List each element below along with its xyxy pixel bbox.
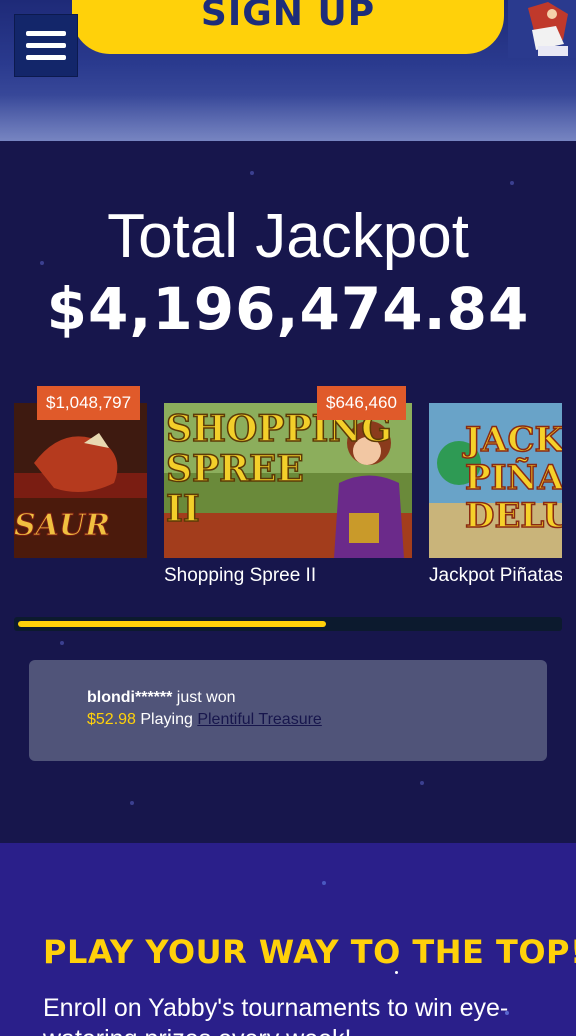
menu-bar-icon: [26, 31, 66, 36]
jackpot-section: Total Jackpot $4,196,474.84 SAUR $1,048,…: [0, 141, 576, 843]
header-snow-decoration: [0, 95, 576, 141]
playing-label: Playing: [135, 711, 198, 728]
carousel-scroll-thumb[interactable]: [18, 621, 326, 627]
menu-bar-icon: [26, 43, 66, 48]
game-thumbnail[interactable]: SHOPPING SPREE II: [164, 403, 412, 558]
menu-bar-icon: [26, 55, 66, 60]
jackpot-game-card[interactable]: JACK PIÑA DELU Jackpot Piñatas: [429, 403, 562, 586]
mascot-image: [508, 0, 576, 58]
total-jackpot-title: Total Jackpot: [107, 202, 469, 271]
win-user-line: blondi****** just won: [87, 689, 235, 707]
tournaments-heading: PLAY YOUR WAY TO THE TOP!: [43, 933, 576, 971]
jackpot-badge: $646,460: [317, 386, 406, 420]
win-detail-line: $52.98 Playing Plentiful Treasure: [87, 711, 322, 729]
game-thumbnail[interactable]: SAUR: [14, 403, 147, 558]
win-amount: $52.98: [87, 711, 136, 728]
tournaments-section: PLAY YOUR WAY TO THE TOP! Enroll on Yabb…: [0, 843, 576, 1036]
hamburger-menu-button[interactable]: [14, 14, 78, 77]
sign-up-button[interactable]: SIGN UP: [72, 0, 504, 54]
game-name[interactable]: Shopping Spree II: [164, 565, 316, 587]
game-art-text: SHOPPING SPREE II: [165, 408, 393, 530]
header: SIGN UP: [0, 0, 576, 141]
win-action-text: just won: [172, 689, 236, 706]
game-thumbnail[interactable]: JACK PIÑA DELU: [429, 403, 562, 558]
jackpot-game-card[interactable]: SHOPPING SPREE II $646,460 Shopping Spre…: [164, 386, 412, 586]
winner-username: blondi******: [87, 689, 173, 706]
total-jackpot-amount: $4,196,474.84: [46, 275, 530, 343]
carousel-scrollbar[interactable]: [14, 617, 562, 631]
jackpot-badge: $1,048,797: [37, 386, 141, 420]
tournaments-description: Enroll on Yabby's tournaments to win eye…: [43, 994, 509, 1036]
winning-game-link[interactable]: Plentiful Treasure: [197, 711, 322, 728]
game-art-text: JACK PIÑA DELU: [464, 420, 562, 536]
jackpot-game-card[interactable]: SAUR $1,048,797: [14, 386, 147, 561]
recent-win-notification: blondi****** just won $52.98 Playing Ple…: [29, 660, 547, 761]
game-art-text: SAUR: [14, 508, 111, 544]
game-name[interactable]: Jackpot Piñatas: [429, 565, 562, 587]
